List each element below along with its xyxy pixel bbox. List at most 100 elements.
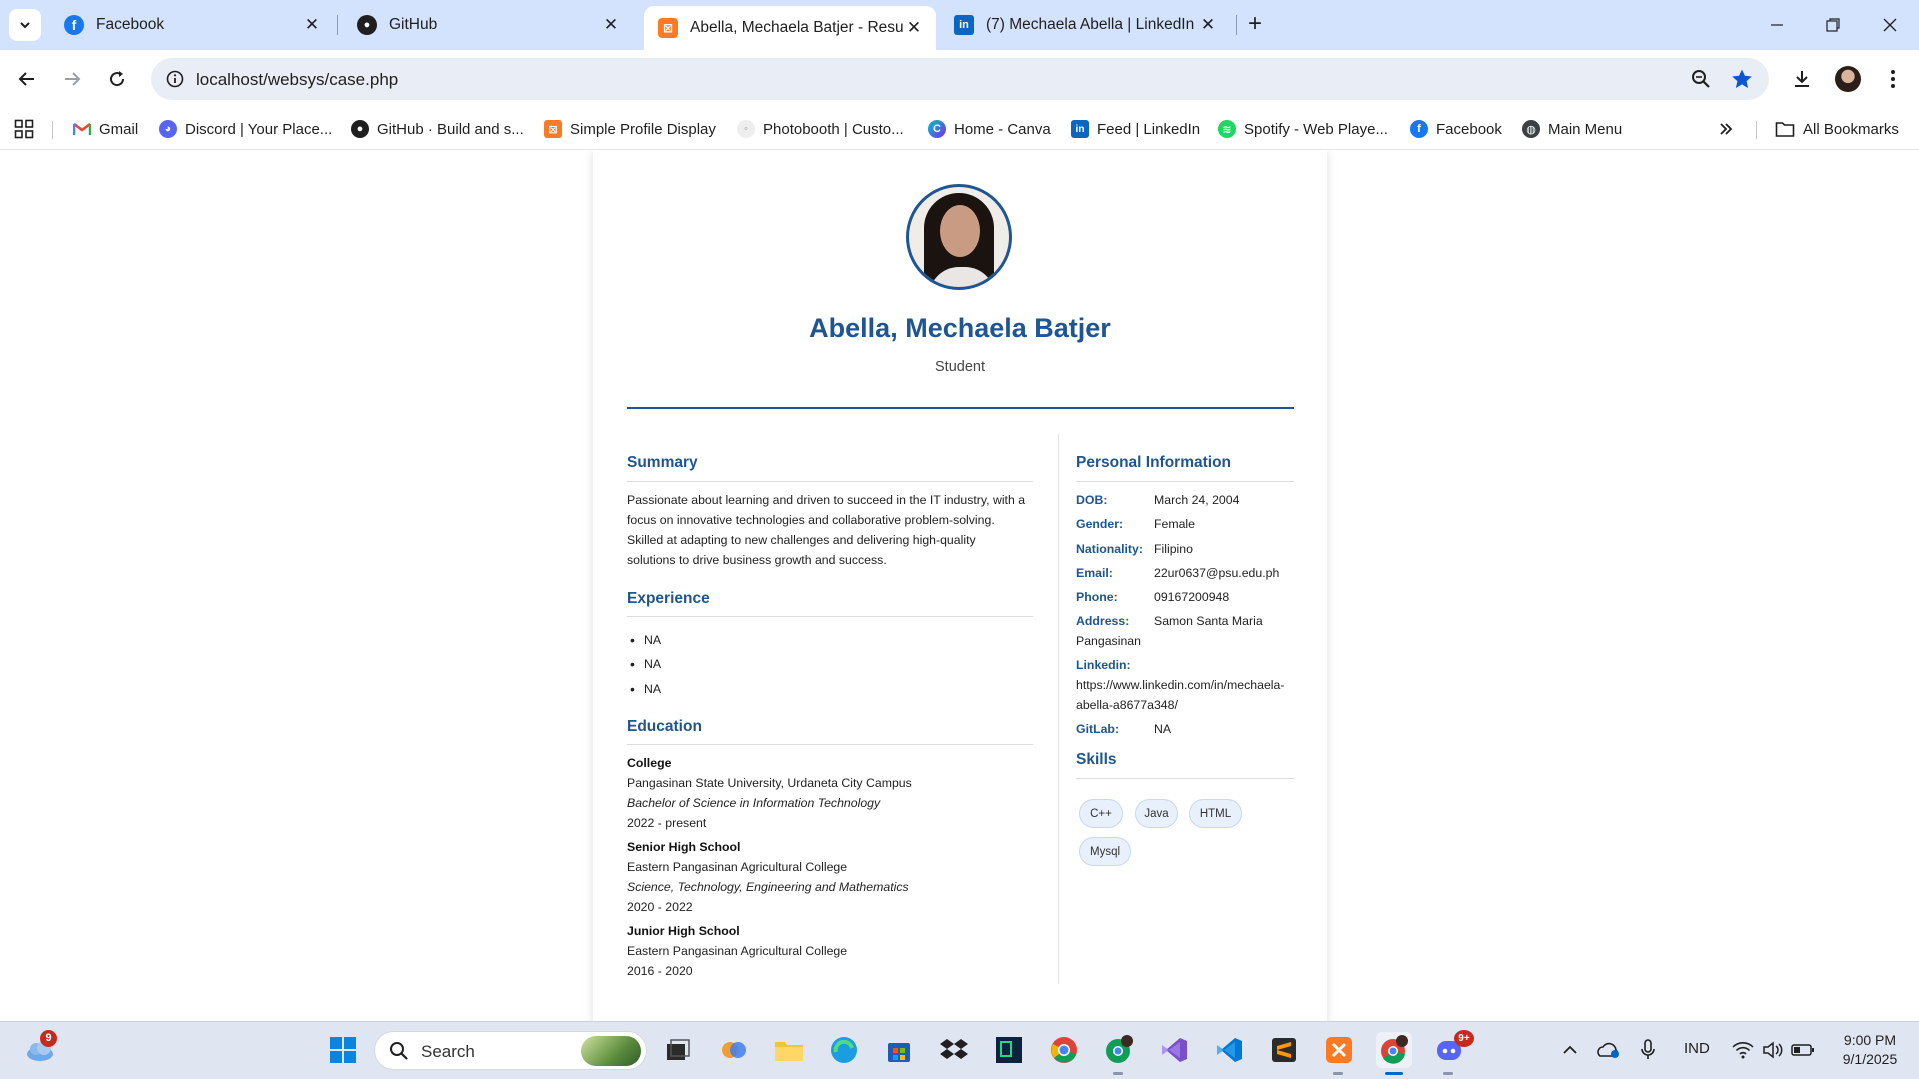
tab-title: (7) Mechaela Abella | LinkedIn — [986, 16, 1195, 33]
chrome-app[interactable] — [1046, 1032, 1082, 1068]
education-title: Education — [627, 718, 702, 735]
close-window-button[interactable] — [1870, 10, 1910, 40]
close-tab-icon[interactable]: ✕ — [1198, 15, 1218, 35]
sublime-app[interactable] — [1266, 1032, 1302, 1068]
active-indicator — [1385, 1072, 1403, 1075]
bookmark-github[interactable]: ● GitHub · Build and s... — [351, 117, 524, 141]
bookmark-linkedin[interactable]: in Feed | LinkedIn — [1071, 117, 1200, 141]
back-button[interactable] — [12, 64, 42, 94]
tab-title: GitHub — [389, 16, 438, 33]
bookmark-canva[interactable]: C Home - Canva — [928, 117, 1051, 141]
battery-tray[interactable] — [1785, 1032, 1821, 1068]
store-icon — [888, 1043, 910, 1062]
gitlab-label: GitLab: — [1076, 722, 1120, 736]
zoom-icon[interactable] — [1690, 68, 1712, 90]
chrome-profile-app[interactable] — [1101, 1032, 1137, 1068]
edge-app[interactable] — [826, 1032, 862, 1068]
close-tab-icon[interactable]: ✕ — [601, 15, 621, 35]
new-tab-button[interactable]: + — [1242, 12, 1268, 38]
reload-button[interactable] — [102, 64, 132, 94]
minimize-button[interactable] — [1757, 10, 1797, 40]
more-vertical-icon — [1891, 70, 1895, 88]
bookmark-facebook[interactable]: f Facebook — [1410, 117, 1502, 141]
globe-icon: ◍ — [1522, 120, 1540, 138]
gender-value: Female — [1154, 517, 1196, 531]
language-indicator[interactable]: IND — [1684, 1040, 1710, 1057]
forward-button[interactable] — [57, 64, 87, 94]
downloads-button[interactable] — [1787, 64, 1817, 94]
taskview-app[interactable] — [660, 1032, 696, 1068]
vscode-app[interactable] — [1211, 1032, 1247, 1068]
bookmark-main-menu[interactable]: ◍ Main Menu — [1522, 117, 1622, 141]
bookmark-star-icon[interactable] — [1731, 68, 1753, 90]
linkedin-value: https://www.linkedin.com/in/mechaela- — [1076, 678, 1285, 692]
tab-search-button[interactable] — [9, 9, 41, 41]
xampp-app[interactable] — [1321, 1032, 1357, 1068]
taskbar: 9 Search 9+ IND 9:00 PM 9/1/2025 — [0, 1021, 1919, 1079]
wifi-icon — [1732, 1042, 1754, 1059]
visual-studio-app[interactable] — [1156, 1032, 1192, 1068]
avatar — [1835, 66, 1861, 92]
profile-button[interactable] — [1833, 64, 1863, 94]
bookmark-gmail[interactable]: Gmail — [73, 117, 138, 141]
bookmark-discord[interactable]: ◕ Discord | Your Place... — [159, 117, 332, 141]
all-bookmarks-button[interactable]: All Bookmarks — [1775, 117, 1899, 141]
tab-strip: f Facebook ✕ ● GitHub ✕ ⊠ Abella, Mechae… — [0, 0, 1919, 50]
running-indicator — [1113, 1072, 1123, 1075]
bookmark-label: Spotify - Web Playe... — [1244, 120, 1388, 138]
url-text[interactable]: localhost/websys/case.php — [196, 70, 398, 90]
browser-menu-button[interactable] — [1878, 64, 1908, 94]
page-viewport: Abella, Mechaela Batjer Student Summary … — [0, 151, 1919, 1021]
more-bookmarks-button[interactable] — [1718, 117, 1734, 141]
dob-value: March 24, 2004 — [1154, 493, 1240, 507]
close-tab-icon[interactable]: ✕ — [302, 15, 322, 35]
onedrive-icon — [1597, 1042, 1619, 1058]
address-bar[interactable]: localhost/websys/case.php — [151, 58, 1769, 100]
chrome-active-app[interactable] — [1376, 1032, 1412, 1068]
bookmark-spotify[interactable]: ≋ Spotify - Web Playe... — [1218, 117, 1388, 141]
system-clock[interactable]: 9:00 PM 9/1/2025 — [1830, 1031, 1910, 1069]
restore-button[interactable] — [1813, 10, 1853, 40]
tab-resume[interactable]: ⊠ Abella, Mechaela Batjer - Resum ✕ — [644, 6, 936, 50]
tab-github[interactable]: ● GitHub ✕ — [343, 6, 633, 44]
taskbar-search[interactable]: Search — [374, 1031, 647, 1070]
download-icon — [1795, 71, 1809, 87]
browser-toolbar: localhost/websys/case.php — [0, 50, 1919, 108]
apps-grid-icon — [14, 119, 34, 139]
reload-icon — [110, 71, 125, 87]
onedrive-tray[interactable] — [1590, 1032, 1626, 1068]
resume-card: Abella, Mechaela Batjer Student Summary … — [593, 151, 1327, 1021]
xampp-icon — [1326, 1037, 1352, 1063]
bookmark-separator — [52, 121, 53, 139]
folder-icon — [775, 1042, 803, 1061]
bookmark-photobooth[interactable]: ◦ Photobooth | Custo... — [737, 117, 904, 141]
tray-overflow-button[interactable] — [1552, 1032, 1588, 1068]
tab-separator — [337, 15, 338, 35]
education-senior-high: Senior High School Eastern Pangasinan Ag… — [627, 840, 909, 914]
tab-facebook[interactable]: f Facebook ✕ — [50, 6, 334, 44]
apps-button[interactable] — [14, 117, 34, 141]
bookmark-label: Discord | Your Place... — [185, 120, 333, 138]
microphone-tray[interactable] — [1630, 1032, 1666, 1068]
close-icon — [1883, 18, 1897, 32]
store-app[interactable] — [881, 1032, 917, 1068]
dropbox-app[interactable] — [936, 1032, 972, 1068]
windows-icon — [330, 1037, 356, 1063]
github-icon: ● — [357, 15, 377, 35]
chevron-up-icon — [1563, 1045, 1577, 1054]
copilot-app[interactable] — [716, 1032, 752, 1068]
bookmark-label: Facebook — [1436, 120, 1502, 138]
file-explorer-app[interactable] — [771, 1032, 807, 1068]
start-button[interactable] — [325, 1032, 361, 1068]
pycharm-app[interactable] — [991, 1032, 1027, 1068]
nationality-value: Filipino — [1154, 542, 1193, 556]
linkedin-icon: in — [954, 15, 974, 35]
tab-linkedin[interactable]: in (7) Mechaela Abella | LinkedIn ✕ — [940, 6, 1230, 44]
visual-studio-icon — [1162, 1038, 1187, 1062]
header-divider — [627, 407, 1294, 409]
close-tab-icon[interactable]: ✕ — [904, 18, 924, 38]
bookmark-label: Photobooth | Custo... — [763, 120, 904, 138]
site-info-icon[interactable] — [164, 68, 186, 90]
bookmark-simple-profile[interactable]: ⊠ Simple Profile Display — [544, 117, 716, 141]
task-view-icon — [667, 1039, 690, 1060]
